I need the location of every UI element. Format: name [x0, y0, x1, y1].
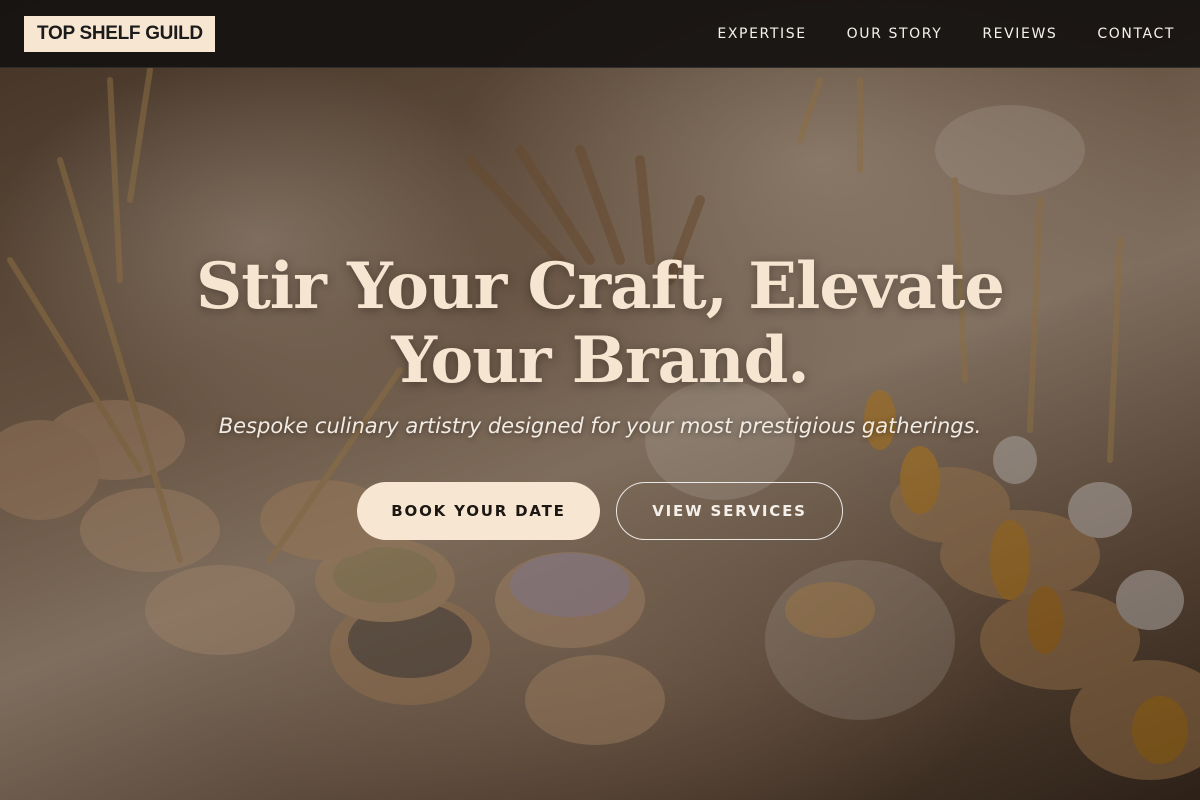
brand-logo-text: TOP SHELF GUILD: [37, 22, 203, 44]
hero-tagline: Bespoke culinary artistry designed for y…: [218, 414, 982, 438]
nav-link-reviews[interactable]: REVIEWS: [982, 26, 1057, 42]
main-nav: EXPERTISE OUR STORY REVIEWS CONTACT: [717, 26, 1176, 42]
hero-section: Stir Your Craft, Elevate Your Brand. Bes…: [0, 250, 1200, 540]
nav-link-expertise[interactable]: EXPERTISE: [717, 26, 806, 42]
hero-cta-group: BOOK YOUR DATE VIEW SERVICES: [0, 482, 1200, 540]
brand-logo[interactable]: TOP SHELF GUILD: [24, 15, 215, 52]
nav-link-our-story[interactable]: OUR STORY: [847, 26, 943, 42]
nav-link-contact[interactable]: CONTACT: [1097, 26, 1175, 42]
site-header: TOP SHELF GUILD EXPERTISE OUR STORY REVI…: [0, 0, 1200, 68]
view-services-button[interactable]: VIEW SERVICES: [616, 482, 843, 540]
hero-headline: Stir Your Craft, Elevate Your Brand.: [196, 249, 1005, 398]
book-your-date-button[interactable]: BOOK YOUR DATE: [357, 482, 600, 540]
